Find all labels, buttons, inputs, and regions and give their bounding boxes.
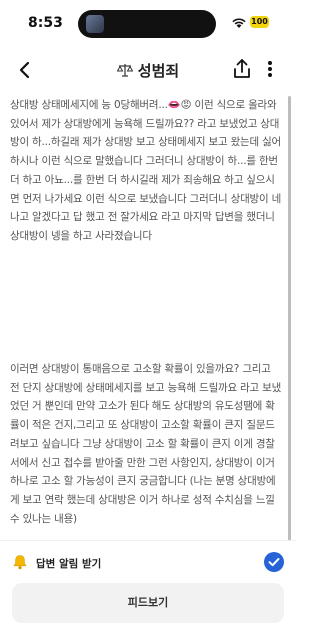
page-title-text: 성범죄 <box>137 62 180 80</box>
wifi-icon <box>232 18 246 28</box>
status-bar: 8:53 100 <box>0 0 296 44</box>
scale-icon <box>116 64 133 77</box>
question-paragraph: 이러면 상대방이 통매음으로 고소할 확률이 있을까요? 그리고 전 단지 상대… <box>10 363 282 525</box>
notification-label: 답변 알림 받기 <box>36 558 102 570</box>
answer-notification-toggle[interactable]: 답변 알림 받기 <box>12 552 284 574</box>
share-icon[interactable] <box>232 58 252 80</box>
scrollbar[interactable] <box>288 96 291 542</box>
checkmark-icon <box>268 558 280 567</box>
bell-icon <box>13 555 27 570</box>
more-options-icon[interactable] <box>264 58 276 80</box>
now-playing-thumbnail <box>86 15 104 33</box>
question-body[interactable]: 상대방 상태메세지에 능 0당해버려...👄😡 이런 식으로 올라와있어서 제가… <box>10 96 282 544</box>
scrollbar-thumb[interactable] <box>288 96 291 541</box>
status-time: 8:53 <box>28 15 63 31</box>
feed-view-button[interactable]: 피드보기 <box>12 583 284 623</box>
notification-checkbox[interactable] <box>264 552 284 572</box>
bottom-action-panel: 답변 알림 받기 피드보기 <box>0 540 296 644</box>
battery-indicator: 100 <box>250 16 269 28</box>
question-paragraph: 상대방 상태메세지에 능 0당해버려...👄😡 이런 식으로 올라와있어서 제가… <box>10 99 282 242</box>
navigation-bar: 성범죄 <box>0 52 296 88</box>
dynamic-island <box>78 10 216 38</box>
